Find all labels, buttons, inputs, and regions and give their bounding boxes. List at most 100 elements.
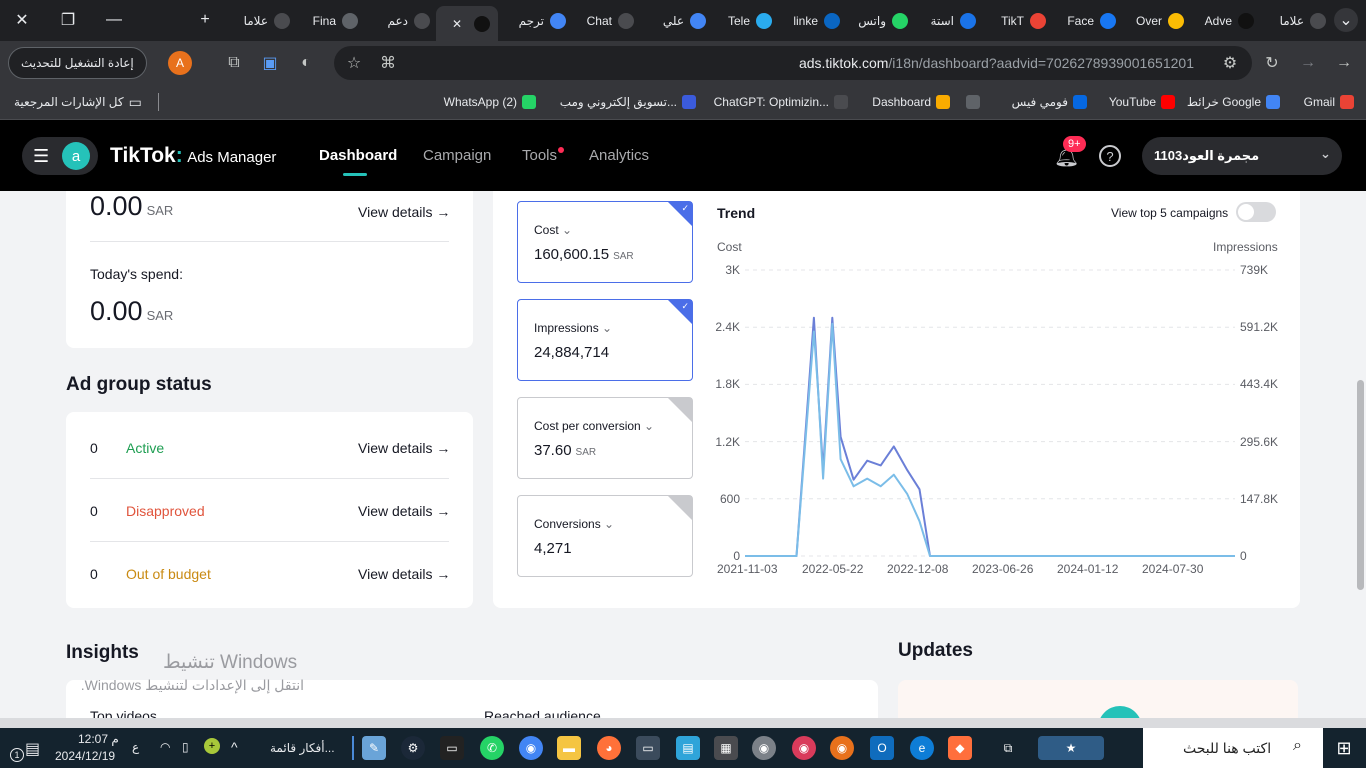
- browser-tab[interactable]: علي: [648, 6, 706, 35]
- extensions-icon[interactable]: ⧉: [222, 51, 246, 75]
- browser-tab[interactable]: علاما: [232, 6, 290, 35]
- bookmark-item[interactable]: فومي فيس: [1012, 93, 1087, 111]
- metric-card[interactable]: ✓ Impressions ⌄ 24,884,714: [517, 299, 693, 381]
- hamburger-icon[interactable]: ☰: [33, 147, 51, 165]
- browser-tab[interactable]: دعم: [372, 6, 430, 35]
- chrome-profile-icon[interactable]: ◉: [830, 736, 854, 760]
- extension-icon[interactable]: ▣: [258, 51, 282, 75]
- tab-search-icon[interactable]: ⌄: [1334, 8, 1358, 32]
- notifications-icon[interactable]: ▤: [25, 739, 40, 759]
- chevron-down-icon[interactable]: ⌄: [641, 419, 654, 433]
- browser-tab[interactable]: واتس: [850, 6, 908, 35]
- forward-icon[interactable]: →: [1332, 51, 1356, 75]
- whatsapp-icon[interactable]: ✆: [480, 736, 504, 760]
- browser-tab[interactable]: Chat: [576, 6, 634, 35]
- translate-icon[interactable]: ⌘: [376, 51, 400, 75]
- close-window-icon[interactable]: ✕: [10, 8, 34, 32]
- bookmark-item[interactable]: تسويق إلكتروني ومب...: [560, 93, 696, 111]
- all-bookmarks-button[interactable]: كل الإشارات المرجعية ▭: [14, 93, 142, 111]
- chevron-down-icon[interactable]: ⌄: [599, 321, 612, 335]
- steam-icon[interactable]: ⚙: [401, 736, 425, 760]
- browser-tab[interactable]: Adve: [1196, 6, 1254, 35]
- reload-icon[interactable]: ↻: [1260, 51, 1284, 75]
- browser-tab[interactable]: Fina: [300, 6, 358, 35]
- browser-tab[interactable]: استة: [918, 6, 976, 35]
- url-text[interactable]: ads.tiktok.com/i18n/dashboard?aadvid=702…: [799, 55, 1194, 71]
- taskbar-search-box[interactable]: اكتب هنا للبحث ⌕: [1143, 728, 1323, 768]
- site-settings-icon[interactable]: ⚙: [1218, 51, 1242, 75]
- search-highlight-icon[interactable]: ★: [1038, 736, 1104, 760]
- bookmark-item[interactable]: Dashboard: [872, 93, 950, 111]
- windows-start-icon[interactable]: ⊞: [1332, 736, 1356, 760]
- outlook-icon[interactable]: O: [870, 736, 894, 760]
- close-tab-icon[interactable]: ✕: [452, 17, 462, 31]
- chrome-icon[interactable]: ◉: [519, 736, 543, 760]
- profile-avatar[interactable]: A: [168, 51, 192, 75]
- paint-icon[interactable]: ✎: [362, 736, 386, 760]
- tray-chevron-icon[interactable]: ^: [231, 739, 238, 755]
- back-icon[interactable]: →: [1296, 51, 1320, 75]
- nav-analytics[interactable]: Analytics: [589, 147, 649, 164]
- status-view-details-link[interactable]: View details →: [358, 566, 450, 582]
- bookmark-star-icon[interactable]: ☆: [342, 51, 366, 75]
- metric-card[interactable]: ✓ Cost ⌄ 160,600.15 SAR: [517, 201, 693, 283]
- taskbar-app-label[interactable]: أفكار قائمة...: [270, 741, 335, 755]
- bookmark-item[interactable]: YouTube: [1109, 93, 1175, 111]
- horizontal-scrollbar[interactable]: [0, 718, 1366, 728]
- new-tab-icon[interactable]: +: [193, 8, 217, 32]
- restore-window-icon[interactable]: ❐: [56, 8, 80, 32]
- browser-tab[interactable]: ✕: [436, 6, 498, 41]
- browser-tab[interactable]: linke: [782, 6, 840, 35]
- browser-tab[interactable]: علاما: [1268, 6, 1326, 35]
- browser-tab[interactable]: Face: [1058, 6, 1116, 35]
- nav-tools[interactable]: Tools: [522, 147, 557, 164]
- chevron-down-icon[interactable]: ⌄: [601, 517, 614, 531]
- chrome-icon[interactable]: ◉: [752, 736, 776, 760]
- browser-tab[interactable]: ترجم: [508, 6, 566, 35]
- browser-tab[interactable]: TikT: [988, 6, 1046, 35]
- network-icon[interactable]: ▯: [182, 740, 189, 754]
- account-switcher[interactable]: مجمرة العود1103 ⌄: [1142, 137, 1342, 175]
- bookmark-item[interactable]: Gmail: [1304, 93, 1354, 111]
- relaunch-button[interactable]: إعادة التشغيل للتحديث: [8, 47, 147, 79]
- spend-view-details-link[interactable]: View details →: [358, 204, 450, 220]
- help-icon[interactable]: ?: [1099, 145, 1121, 167]
- notification-count[interactable]: 1: [10, 748, 24, 762]
- bookmark-item[interactable]: [961, 93, 980, 111]
- nav-campaign[interactable]: Campaign: [423, 147, 491, 164]
- keyboard-language[interactable]: ع: [132, 740, 139, 754]
- chrome-icon[interactable]: ◉: [792, 736, 816, 760]
- app-logo[interactable]: TikTok: Ads Manager: [110, 144, 276, 168]
- terminal-icon[interactable]: ▭: [440, 736, 464, 760]
- bookmark-item[interactable]: ChatGPT: Optimizin...: [714, 93, 848, 111]
- chevron-down-icon[interactable]: ⌄: [559, 223, 572, 237]
- address-bar[interactable]: ☆ ⌘ ads.tiktok.com/i18n/dashboard?aadvid…: [334, 46, 1252, 80]
- metric-card[interactable]: Conversions ⌄ 4,271: [517, 495, 693, 577]
- clock-date[interactable]: 2024/12/19: [55, 749, 115, 763]
- browser-tab[interactable]: Over: [1126, 6, 1184, 35]
- browser-tab[interactable]: Tele: [714, 6, 772, 35]
- status-view-details-link[interactable]: View details →: [358, 503, 450, 519]
- minimize-window-icon[interactable]: —: [102, 8, 126, 32]
- user-avatar[interactable]: a: [62, 142, 90, 170]
- metric-card[interactable]: Cost per conversion ⌄ 37.60 SAR: [517, 397, 693, 479]
- edge-icon[interactable]: e: [910, 736, 934, 760]
- tray-app-icon[interactable]: +: [204, 738, 220, 754]
- bookmark-item[interactable]: WhatsApp (2): [444, 93, 536, 111]
- app-icon[interactable]: ▦: [714, 736, 738, 760]
- app-icon[interactable]: ▭: [636, 736, 660, 760]
- file-explorer-icon[interactable]: ▬: [557, 736, 581, 760]
- vertical-scrollbar[interactable]: [1357, 380, 1364, 590]
- copilot-icon[interactable]: ◆: [948, 736, 972, 760]
- extension-icon[interactable]: ◐: [294, 51, 318, 75]
- task-view-icon[interactable]: ⧉: [996, 736, 1020, 760]
- wifi-icon[interactable]: ◠: [160, 740, 170, 754]
- status-view-details-link[interactable]: View details →: [358, 440, 450, 456]
- clock-time[interactable]: 12:07 م: [78, 732, 119, 746]
- firefox-icon[interactable]: ◕: [597, 736, 621, 760]
- top-campaigns-toggle[interactable]: [1236, 202, 1276, 222]
- nav-dashboard[interactable]: Dashboard: [319, 147, 397, 164]
- bookmark-item[interactable]: خرائط Google: [1187, 93, 1280, 111]
- app-icon[interactable]: ▤: [676, 736, 700, 760]
- menu-toggle[interactable]: ☰ a: [22, 137, 98, 175]
